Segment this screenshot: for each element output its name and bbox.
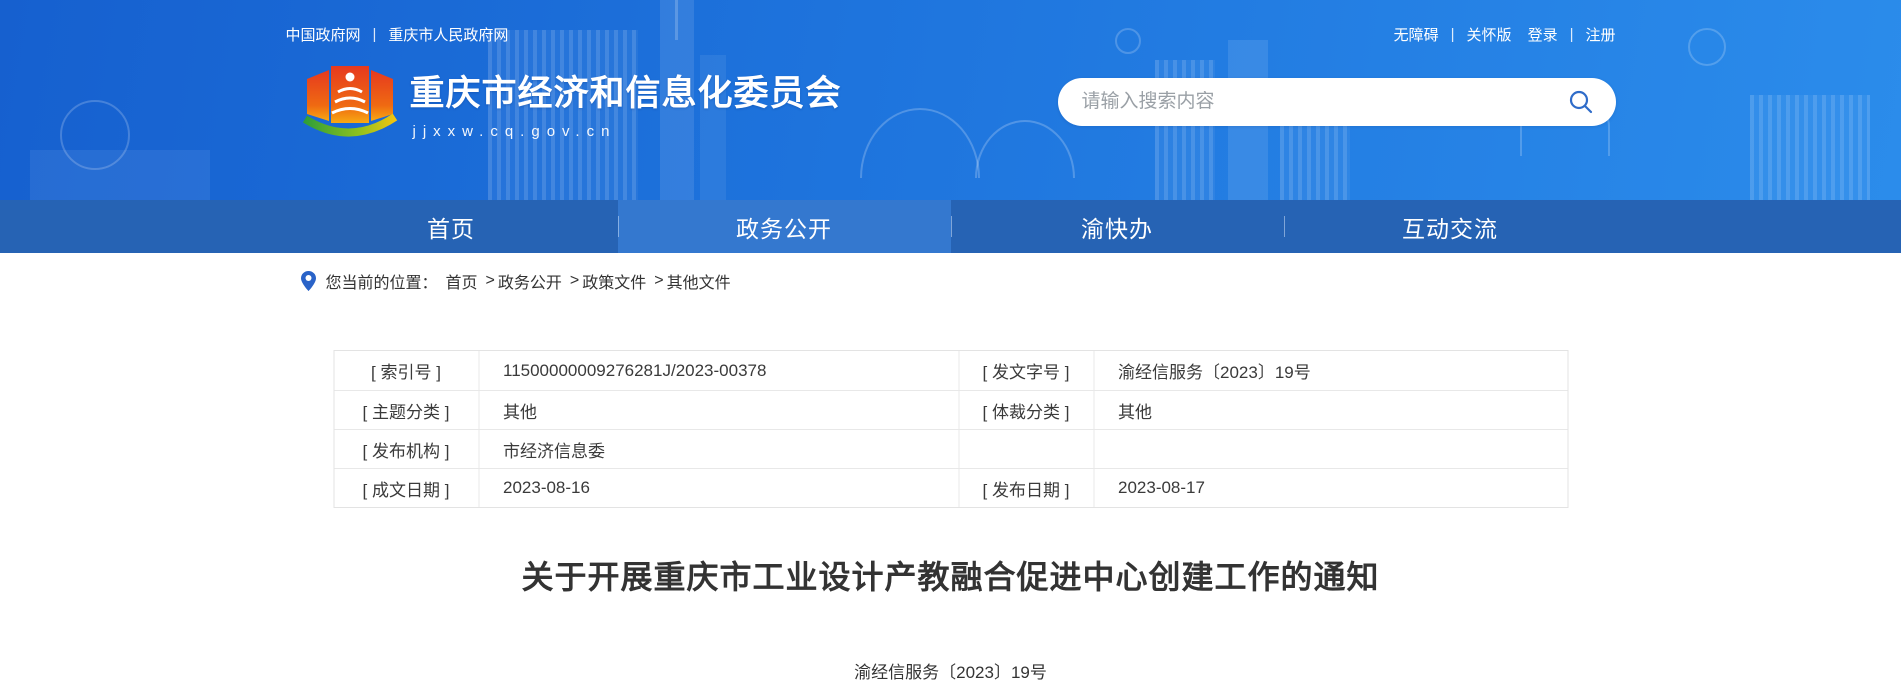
breadcrumb-policy-docs[interactable]: 政策文件 (582, 269, 646, 293)
nav-item-home[interactable]: 首页 (285, 200, 618, 253)
gov-links: 中国政府网 | 重庆市人民政府网 (286, 24, 509, 45)
site-url: jjxxw.cq.gov.cn (410, 123, 842, 140)
meta-value-subject-category: 其他 (479, 390, 959, 429)
utility-links: 无障碍 | 关怀版 登录 | 注册 (1394, 24, 1616, 45)
divider: | (1570, 26, 1574, 43)
site-header: 重庆市经济和信息化委员会 jjxxw.cq.gov.cn (286, 59, 1616, 145)
link-china-gov[interactable]: 中国政府网 (286, 24, 361, 45)
document-title: 关于开展重庆市工业设计产教融合促进中心创建工作的通知 (0, 552, 1901, 598)
page: 中国政府网 | 重庆市人民政府网 无障碍 | 关怀版 登录 | 注册 (0, 0, 1901, 681)
meta-value-genre-category: 其他 (1094, 390, 1567, 429)
meta-label-empty (959, 429, 1094, 468)
meta-value-issuing-agency: 市经济信息委 (479, 429, 959, 468)
link-chongqing-gov[interactable]: 重庆市人民政府网 (388, 24, 508, 45)
document-number: 渝经信服务〔2023〕19号 (0, 658, 1901, 681)
site-name: 重庆市经济和信息化委员会 (410, 65, 842, 116)
link-register[interactable]: 注册 (1585, 24, 1615, 45)
meta-label-index-no: [ 索引号 ] (334, 351, 479, 390)
search-input[interactable] (1082, 91, 1566, 113)
breadcrumb-gov-affairs[interactable]: 政务公开 (498, 269, 562, 293)
divider: | (1451, 26, 1455, 43)
cloud-decoration (1688, 28, 1726, 66)
meta-label-written-date: [ 成文日期 ] (334, 468, 479, 507)
building-decoration (1750, 95, 1870, 200)
meta-label-genre-category: [ 体裁分类 ] (959, 390, 1094, 429)
top-links-bar: 中国政府网 | 重庆市人民政府网 无障碍 | 关怀版 登录 | 注册 (286, 0, 1616, 45)
breadcrumb-home[interactable]: 首页 (446, 269, 478, 293)
link-accessibility[interactable]: 无障碍 (1394, 24, 1439, 45)
breadcrumb-separator: > (486, 272, 495, 290)
link-login[interactable]: 登录 (1528, 24, 1558, 45)
meta-label-subject-category: [ 主题分类 ] (334, 390, 479, 429)
cloud-decoration (60, 100, 130, 170)
nav-items: 首页 政务公开 渝快办 互动交流 (285, 200, 1617, 253)
nav-item-yukuaiban[interactable]: 渝快办 (951, 200, 1284, 253)
breadcrumb-other-docs[interactable]: 其他文件 (667, 269, 731, 293)
meta-value-publish-date: 2023-08-17 (1094, 468, 1567, 507)
meta-label-doc-symbol: [ 发文字号 ] (959, 351, 1094, 390)
breadcrumb-prefix: 您当前的位置： (326, 269, 438, 293)
main-navigation: 首页 政务公开 渝快办 互动交流 (0, 200, 1901, 253)
meta-label-issuing-agency: [ 发布机构 ] (334, 429, 479, 468)
building-decoration (30, 150, 210, 200)
meta-value-doc-symbol: 渝经信服务〔2023〕19号 (1094, 351, 1567, 390)
nav-item-interaction[interactable]: 互动交流 (1284, 200, 1617, 253)
breadcrumb-separator: > (654, 272, 663, 290)
divider: | (373, 26, 377, 43)
link-care-version[interactable]: 关怀版 (1467, 24, 1512, 45)
site-logo[interactable]: 重庆市经济和信息化委员会 jjxxw.cq.gov.cn (300, 59, 842, 145)
breadcrumb-separator: > (570, 272, 579, 290)
breadcrumb: 您当前的位置： 首页 > 政务公开 > 政策文件 > 其他文件 (301, 269, 1601, 293)
emblem-icon (300, 59, 400, 145)
meta-value-index-no: 11500000009276281J/2023-00378 (479, 351, 959, 390)
site-banner: 中国政府网 | 重庆市人民政府网 无障碍 | 关怀版 登录 | 注册 (0, 0, 1901, 200)
meta-value-empty (1094, 429, 1567, 468)
meta-label-publish-date: [ 发布日期 ] (959, 468, 1094, 507)
search-box[interactable] (1058, 78, 1616, 126)
search-icon (1568, 89, 1594, 115)
nav-item-gov-affairs[interactable]: 政务公开 (618, 200, 951, 253)
location-pin-icon (301, 271, 316, 291)
document-meta-table: [ 索引号 ] 11500000009276281J/2023-00378 [ … (333, 350, 1568, 508)
meta-value-written-date: 2023-08-16 (479, 468, 959, 507)
site-identity: 重庆市经济和信息化委员会 jjxxw.cq.gov.cn (410, 65, 842, 140)
search-button[interactable] (1566, 87, 1596, 117)
